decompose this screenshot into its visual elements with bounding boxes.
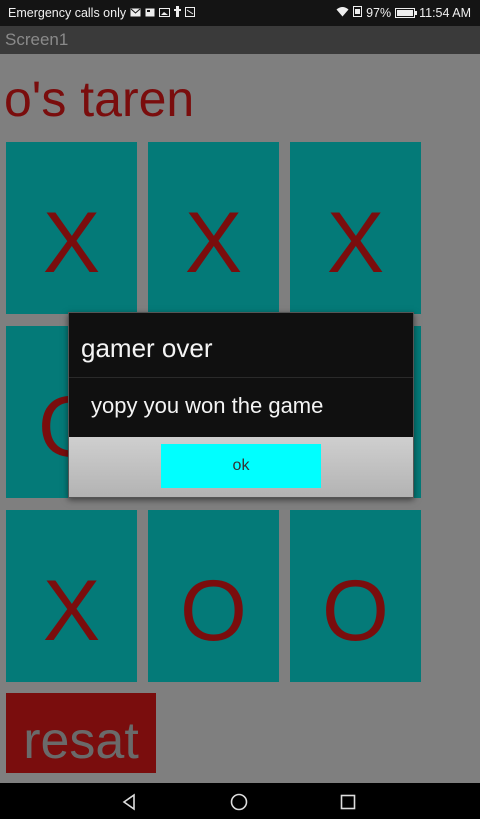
- title-bar: Screen1: [0, 26, 480, 54]
- notification-icon: [185, 6, 196, 20]
- dialog-title: gamer over: [81, 333, 213, 363]
- navigation-bar: [0, 783, 480, 819]
- cell-0-1[interactable]: X: [148, 142, 279, 314]
- dialog-button-bar: ok: [69, 437, 413, 497]
- cell-2-0[interactable]: X: [6, 510, 137, 682]
- game-over-dialog: gamer over yopy you won the game ok: [68, 312, 414, 498]
- cell-2-2[interactable]: O: [290, 510, 421, 682]
- ok-button[interactable]: ok: [161, 444, 321, 488]
- cell-0-0[interactable]: X: [6, 142, 137, 314]
- reset-button[interactable]: resat: [6, 693, 156, 773]
- message-icon: [130, 6, 141, 20]
- back-icon[interactable]: [120, 792, 140, 812]
- dialog-body: gamer over yopy you won the game: [69, 313, 413, 437]
- home-icon[interactable]: [229, 792, 249, 812]
- cell-mark: X: [42, 562, 101, 659]
- status-bar: Emergency calls only 97% 11:54 AM: [0, 0, 480, 26]
- cell-mark: X: [184, 194, 243, 291]
- news-icon: [145, 6, 155, 20]
- battery-icon: [395, 8, 418, 18]
- cell-0-2[interactable]: X: [290, 142, 421, 314]
- wifi-icon: [336, 6, 349, 20]
- dialog-divider: [69, 377, 413, 378]
- cell-mark: O: [322, 562, 389, 659]
- recents-icon[interactable]: [338, 792, 358, 812]
- cell-mark: O: [180, 562, 247, 659]
- dialog-message: yopy you won the game: [91, 393, 324, 418]
- gallery-icon: [159, 6, 171, 20]
- carrier-text: Emergency calls only: [8, 6, 127, 20]
- status-left: Emergency calls only: [8, 6, 196, 20]
- screen-title: Screen1: [5, 30, 69, 49]
- battery-percent: 97%: [366, 6, 392, 20]
- cell-mark: X: [326, 194, 385, 291]
- status-right: 97% 11:54 AM: [336, 6, 471, 20]
- cell-2-1[interactable]: O: [148, 510, 279, 682]
- reset-label: resat: [23, 712, 139, 770]
- data-saver-icon: [353, 6, 363, 20]
- clock: 11:54 AM: [419, 6, 471, 20]
- cell-mark: X: [42, 194, 101, 291]
- usb-icon: [174, 6, 182, 20]
